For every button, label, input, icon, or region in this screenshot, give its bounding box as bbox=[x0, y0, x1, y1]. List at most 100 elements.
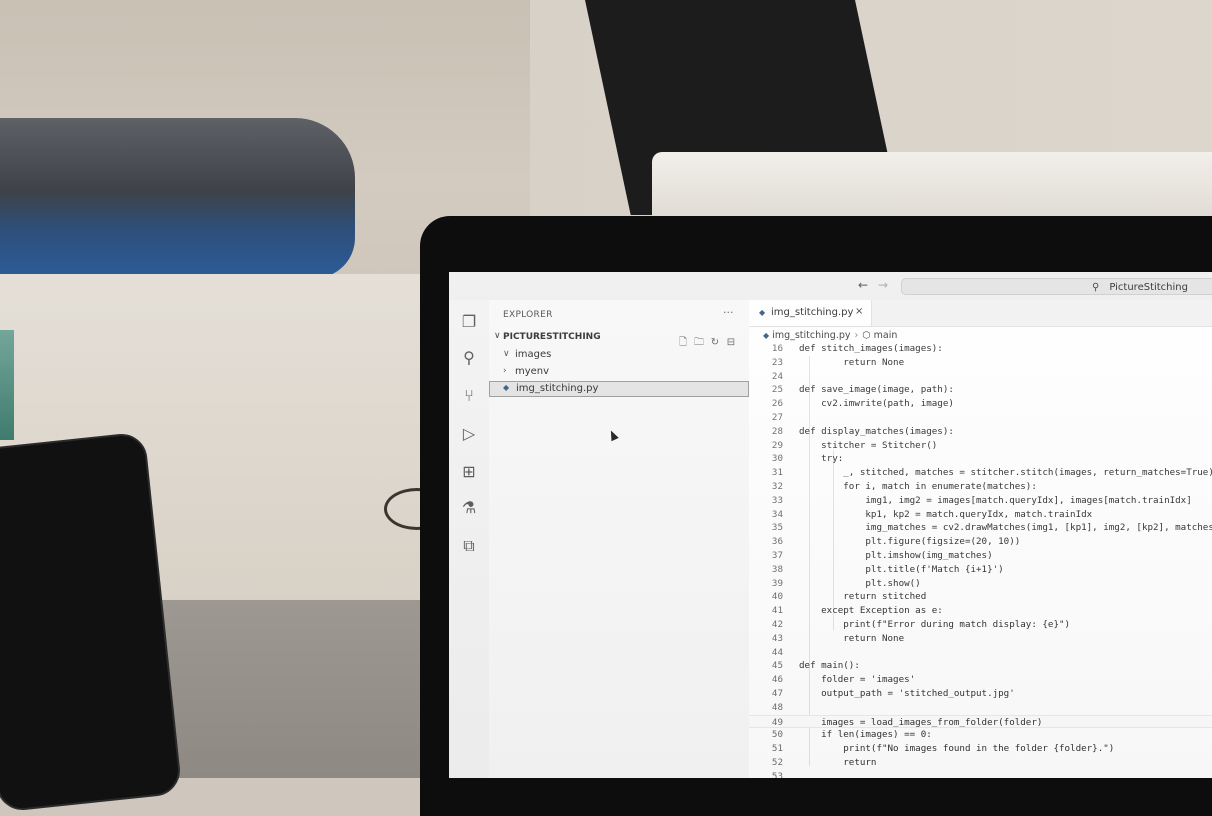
collapse-all-icon[interactable]: ⊟ bbox=[723, 337, 739, 348]
workspace-folder-header[interactable]: ∨ PICTURESTITCHING 🗋 🗀 ↻ ⊟ bbox=[489, 330, 749, 348]
line-number: 25 bbox=[771, 384, 783, 396]
line-number: 45 bbox=[771, 660, 783, 672]
code-line[interactable]: 24 bbox=[749, 370, 1212, 384]
background-bag bbox=[0, 118, 355, 278]
line-number: 50 bbox=[771, 729, 783, 741]
code-text: try: bbox=[799, 453, 844, 465]
code-text: plt.figure(figsize=(20, 10)) bbox=[799, 536, 1021, 548]
code-line[interactable]: 28 def display_matches(images): bbox=[749, 425, 1212, 439]
code-line[interactable]: 27 bbox=[749, 411, 1212, 425]
code-line[interactable]: 40 return stitched bbox=[749, 590, 1212, 604]
mouse-pointer-icon bbox=[607, 428, 619, 442]
code-line[interactable]: 43 return None bbox=[749, 632, 1212, 646]
tree-item-label: myenv bbox=[515, 366, 550, 377]
code-text: img1, img2 = images[match.queryIdx], ima… bbox=[799, 494, 1192, 506]
line-number: 49 bbox=[771, 716, 783, 728]
line-number: 27 bbox=[771, 411, 783, 423]
extensions-icon[interactable]: ⊞ bbox=[459, 462, 479, 482]
back-arrow-icon[interactable]: ← bbox=[858, 278, 868, 292]
code-line[interactable]: 46 folder = 'images' bbox=[749, 673, 1212, 687]
code-line[interactable]: 53 bbox=[749, 770, 1212, 778]
code-line[interactable]: 48 bbox=[749, 701, 1212, 715]
tree-item-img-stitching[interactable]: ◆ img_stitching.py bbox=[489, 381, 749, 397]
code-line[interactable]: 41 except Exception as e: bbox=[749, 604, 1212, 618]
code-line[interactable]: 39 plt.show() bbox=[749, 577, 1212, 591]
code-line[interactable]: 30 try: bbox=[749, 452, 1212, 466]
code-line[interactable]: 23 return None bbox=[749, 356, 1212, 370]
code-view[interactable]: 16 def stitch_images(images): 23 return No… bbox=[749, 342, 1212, 778]
line-number: 26 bbox=[771, 398, 783, 410]
tree-item-label: images bbox=[515, 349, 552, 360]
code-line[interactable]: 16 def stitch_images(images): bbox=[749, 342, 1212, 356]
code-line[interactable]: 33 img1, img2 = images[match.queryIdx], … bbox=[749, 494, 1212, 508]
code-text: print(f"No images found in the folder {f… bbox=[799, 743, 1115, 755]
code-line[interactable]: 32 for i, match in enumerate(matches): bbox=[749, 480, 1212, 494]
chevron-down-icon: ∨ bbox=[503, 349, 510, 359]
line-number: 35 bbox=[771, 522, 783, 534]
code-line[interactable]: 49 images = load_images_from_folder(fold… bbox=[749, 714, 1212, 729]
code-text: print(f"Error during match display: {e}"… bbox=[799, 618, 1071, 630]
line-number: 47 bbox=[771, 687, 783, 699]
code-line[interactable]: 42 print(f"Error during match display: {… bbox=[749, 618, 1212, 632]
line-number: 24 bbox=[771, 370, 783, 382]
code-line[interactable]: 34 kp1, kp2 = match.queryIdx, match.trai… bbox=[749, 508, 1212, 522]
code-text: _, stitched, matches = stitcher.stitch(i… bbox=[799, 467, 1212, 479]
line-number: 32 bbox=[771, 480, 783, 492]
line-number: 43 bbox=[771, 632, 783, 644]
line-number: 33 bbox=[771, 494, 783, 506]
search-icon[interactable]: ⚲ bbox=[459, 348, 479, 368]
line-number: 39 bbox=[771, 577, 783, 589]
line-number: 23 bbox=[771, 356, 783, 368]
code-text: return stitched bbox=[799, 591, 927, 603]
code-line[interactable]: 52 return bbox=[749, 756, 1212, 770]
code-text: def display_matches(images): bbox=[799, 425, 954, 437]
code-text: def main(): bbox=[799, 660, 860, 672]
python-file-icon: ◆ bbox=[503, 383, 510, 392]
run-debug-icon[interactable]: ▷ bbox=[459, 424, 479, 444]
code-text: plt.imshow(img_matches) bbox=[799, 549, 993, 561]
line-number: 44 bbox=[771, 646, 783, 658]
remote-explorer-icon[interactable]: ⧉ bbox=[459, 536, 479, 556]
python-file-icon: ◆ bbox=[759, 308, 766, 317]
code-line[interactable]: 50 if len(images) == 0: bbox=[749, 728, 1212, 742]
editor-area: ◆ img_stitching.py × ◆ img_stitching.py ›… bbox=[749, 300, 1212, 778]
code-text: stitcher = Stitcher() bbox=[799, 439, 938, 451]
code-line[interactable]: 51 print(f"No images found in the folder… bbox=[749, 742, 1212, 756]
testing-icon[interactable]: ⚗ bbox=[459, 498, 479, 518]
command-center-search[interactable]: ⚲ PictureStitching bbox=[901, 278, 1212, 295]
refresh-icon[interactable]: ↻ bbox=[707, 337, 723, 348]
code-line[interactable]: 45 def main(): bbox=[749, 659, 1212, 673]
breadcrumb: ◆ img_stitching.py › ⬡ main bbox=[763, 330, 897, 341]
code-line[interactable]: 35 img_matches = cv2.drawMatches(img1, [… bbox=[749, 521, 1212, 535]
code-line[interactable]: 47 output_path = 'stitched_output.jpg' bbox=[749, 687, 1212, 701]
line-number: 34 bbox=[771, 508, 783, 520]
line-number: 41 bbox=[771, 605, 783, 617]
line-number: 28 bbox=[771, 425, 783, 437]
code-line[interactable]: 29 stitcher = Stitcher() bbox=[749, 439, 1212, 453]
code-line[interactable]: 31 _, stitched, matches = stitcher.stitc… bbox=[749, 466, 1212, 480]
line-number: 36 bbox=[771, 536, 783, 548]
code-line[interactable]: 44 bbox=[749, 646, 1212, 660]
tab-img-stitching[interactable]: ◆ img_stitching.py × bbox=[749, 300, 872, 326]
tree-item-myenv[interactable]: › myenv bbox=[489, 365, 749, 381]
forward-arrow-icon[interactable]: → bbox=[878, 278, 888, 292]
editor-tabs: ◆ img_stitching.py × bbox=[749, 300, 1212, 327]
code-line[interactable]: 26 cv2.imwrite(path, image) bbox=[749, 397, 1212, 411]
breadcrumb-file[interactable]: img_stitching.py bbox=[772, 330, 850, 341]
close-icon[interactable]: × bbox=[855, 306, 863, 317]
code-line[interactable]: 38 plt.title(f'Match {i+1}') bbox=[749, 563, 1212, 577]
code-line[interactable]: 36 plt.figure(figsize=(20, 10)) bbox=[749, 535, 1212, 549]
code-text: def stitch_images(images): bbox=[799, 343, 943, 354]
files-icon[interactable]: ❐ bbox=[459, 312, 479, 332]
code-text: if len(images) == 0: bbox=[799, 729, 932, 741]
source-control-icon[interactable]: ⑂ bbox=[459, 386, 479, 406]
title-bar: ← → ⚲ PictureStitching bbox=[449, 272, 1212, 301]
background-monitor bbox=[652, 152, 1212, 222]
code-text: img_matches = cv2.drawMatches(img1, [kp1… bbox=[799, 522, 1212, 534]
code-line[interactable]: 25 def save_image(image, path): bbox=[749, 383, 1212, 397]
tree-item-images[interactable]: ∨ images bbox=[489, 348, 749, 364]
tree-item-label: img_stitching.py bbox=[516, 383, 599, 394]
code-line[interactable]: 37 plt.imshow(img_matches) bbox=[749, 549, 1212, 563]
breadcrumb-symbol[interactable]: main bbox=[874, 330, 898, 341]
more-actions-icon[interactable]: ··· bbox=[723, 306, 734, 319]
